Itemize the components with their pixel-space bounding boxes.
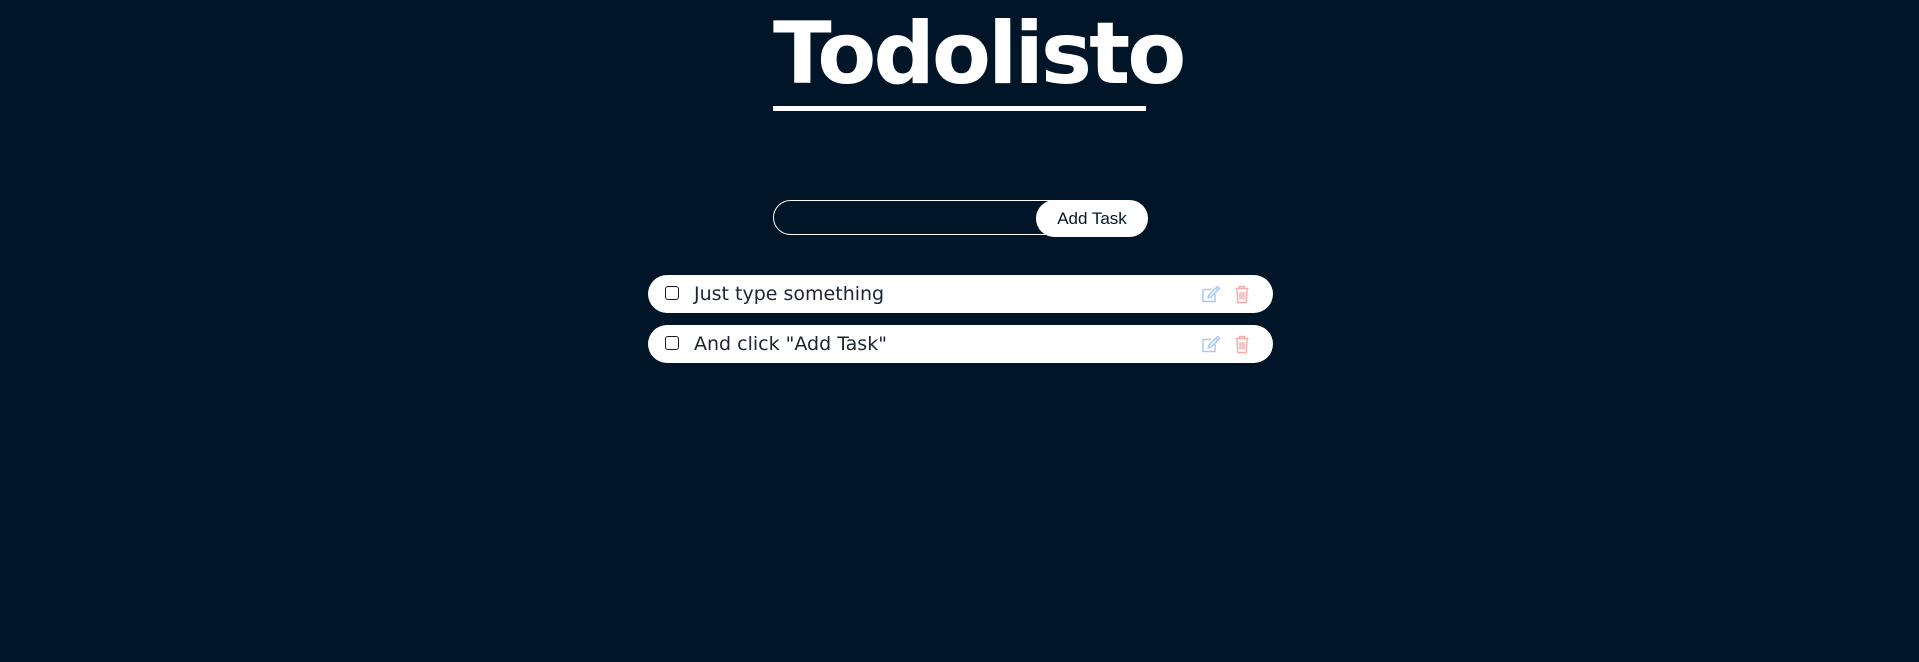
edit-icon[interactable] bbox=[1200, 283, 1222, 305]
add-task-button[interactable]: Add Task bbox=[1036, 200, 1148, 237]
task-item: And click "Add Task" bbox=[648, 325, 1273, 363]
edit-icon[interactable] bbox=[1200, 333, 1222, 355]
trash-icon[interactable] bbox=[1231, 283, 1253, 305]
header: Todolisto bbox=[773, 0, 1186, 114]
task-checkbox[interactable] bbox=[665, 336, 679, 350]
task-checkbox[interactable] bbox=[665, 286, 679, 300]
task-item: Just type something bbox=[648, 275, 1273, 313]
task-text: Just type something bbox=[694, 283, 885, 305]
task-list: Just type something And click "Add Task" bbox=[648, 275, 1273, 375]
trash-icon[interactable] bbox=[1231, 333, 1253, 355]
task-text: And click "Add Task" bbox=[694, 333, 887, 355]
page-title: Todolisto bbox=[773, 4, 1186, 104]
title-underline bbox=[773, 106, 1146, 111]
add-task-form: Add Task bbox=[773, 200, 1148, 237]
todo-app: Todolisto Add Task Just type something A… bbox=[0, 0, 1919, 662]
task-input[interactable] bbox=[773, 200, 1073, 235]
